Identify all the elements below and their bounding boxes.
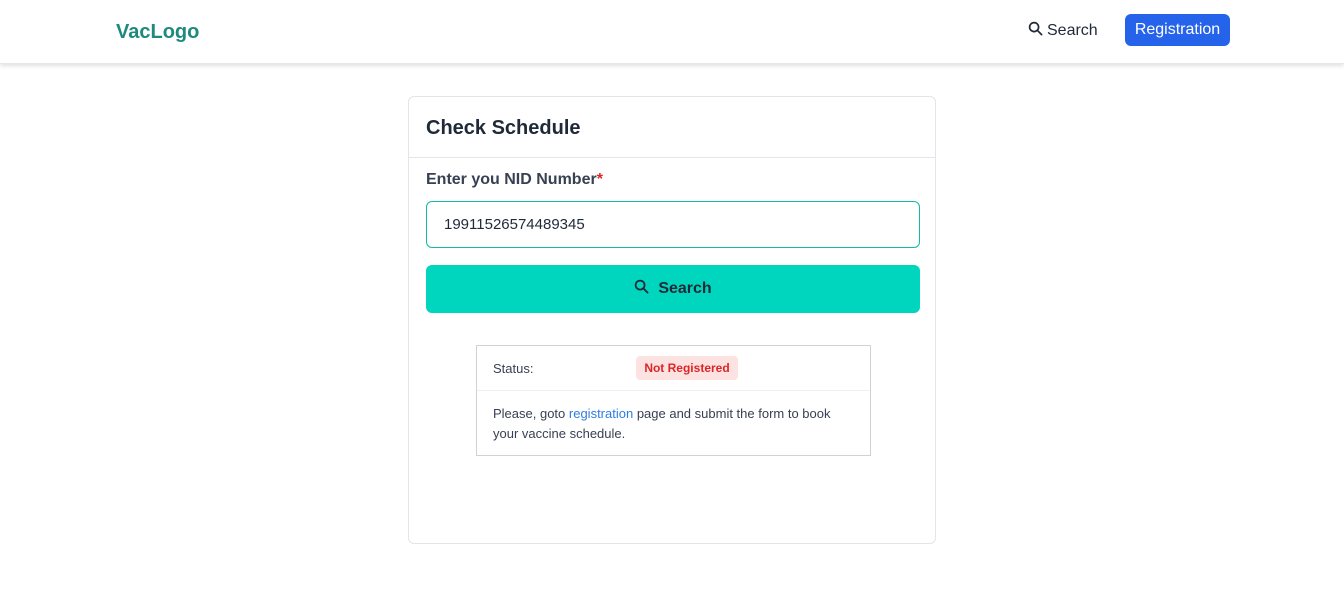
status-panel: Status: Not Registered Please, goto regi… (476, 345, 871, 456)
nid-label-text: Enter you NID Number (426, 171, 597, 188)
search-button[interactable]: Search (426, 265, 920, 313)
required-mark: * (596, 171, 603, 188)
status-badge: Not Registered (636, 356, 738, 380)
top-navbar: VacLogo Search Registration (0, 0, 1344, 64)
search-icon (634, 279, 649, 299)
search-icon (1028, 21, 1043, 41)
card-header: Check Schedule (409, 97, 935, 158)
check-schedule-card: Check Schedule Enter you NID Number* Sea… (408, 96, 936, 544)
nav-search-link[interactable]: Search (1028, 20, 1098, 42)
status-label: Status: (493, 361, 534, 376)
search-button-label: Search (658, 280, 712, 297)
status-message: Please, goto registration page and submi… (493, 404, 853, 444)
page-title: Check Schedule (426, 117, 581, 139)
nid-field-label: Enter you NID Number* (426, 171, 603, 189)
registration-button[interactable]: Registration (1125, 14, 1230, 46)
nav-search-label: Search (1047, 22, 1098, 39)
registration-link[interactable]: registration (569, 406, 633, 421)
logo[interactable]: VacLogo (116, 21, 199, 44)
nid-input[interactable] (426, 201, 920, 248)
status-row: Status: Not Registered (477, 346, 870, 391)
message-text-before: Please, goto (493, 406, 569, 421)
